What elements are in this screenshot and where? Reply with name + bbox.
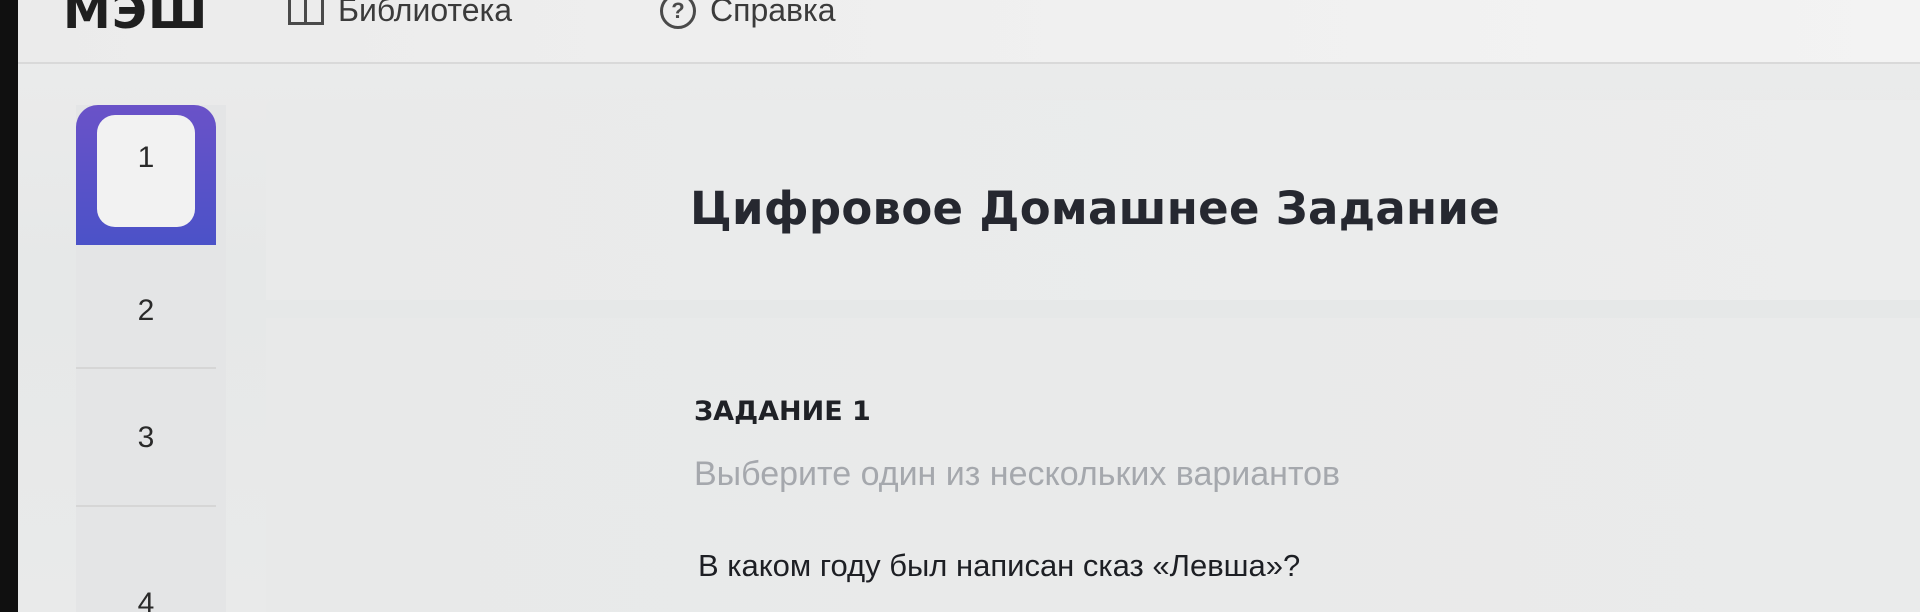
task-tab-1[interactable]: 1: [76, 105, 216, 245]
task-tab-2[interactable]: 2: [76, 245, 216, 369]
nav-help[interactable]: ? Справка: [660, 0, 836, 29]
task-tab-4-label: 4: [137, 587, 155, 612]
task-number-label: ЗАДАНИЕ 1: [694, 396, 871, 427]
page-title: Цифровое Домашнее Задание: [690, 182, 1501, 235]
task-tab-3[interactable]: 3: [76, 371, 216, 507]
task-tab-2-label: 2: [137, 294, 155, 327]
task-tab-3-label: 3: [137, 421, 155, 454]
help-icon: ?: [660, 0, 696, 29]
book-icon: [288, 0, 324, 25]
top-bar: МЭШ Библиотека ? Справка: [18, 0, 1920, 64]
app-logo[interactable]: МЭШ: [63, 0, 208, 40]
task-tab-4[interactable]: 4: [76, 507, 216, 612]
nav-library-label: Библиотека: [338, 0, 512, 28]
screen: МЭШ Библиотека ? Справка 1 2 3 4 Цифрово…: [18, 0, 1920, 612]
nav-help-label: Справка: [710, 0, 836, 28]
task-instruction: Выберите один из нескольких вариантов: [694, 455, 1341, 493]
nav-library[interactable]: Библиотека: [288, 0, 512, 29]
task-tab-1-label: 1: [97, 115, 195, 227]
task-sidebar: 1 2 3 4: [76, 105, 226, 612]
question-text: В каком году был написан сказ «Левша»?: [698, 548, 1301, 583]
